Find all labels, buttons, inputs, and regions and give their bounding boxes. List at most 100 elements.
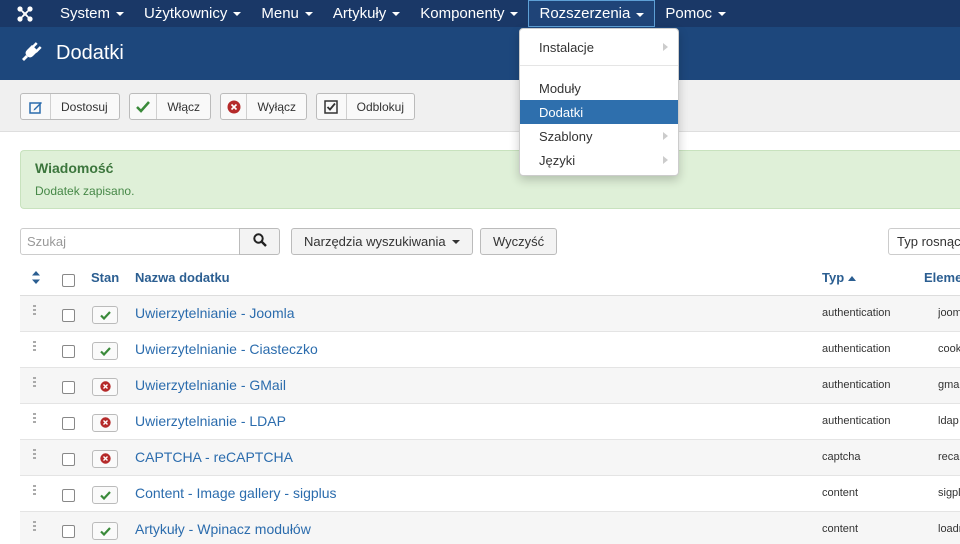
customize-button[interactable]: Dostosuj [20, 93, 120, 120]
caret-down-icon [451, 239, 460, 244]
state-toggle-button[interactable] [92, 522, 118, 540]
plugin-name-link[interactable]: Uwierzytelnianie - GMail [135, 377, 286, 393]
sort-select-value: Typ rosnąco [897, 234, 960, 249]
menu-item-languages[interactable]: Języki [520, 148, 678, 172]
plugin-type: authentication [822, 343, 891, 355]
menu-item-install-label: Instalacje [539, 39, 594, 55]
clear-button[interactable]: Wyczyść [480, 228, 558, 255]
plugin-name-link[interactable]: Content - Image gallery - sigplus [135, 485, 337, 501]
enabled-check-icon [99, 344, 111, 359]
drag-handle-icon[interactable] [33, 341, 36, 353]
menu-divider [520, 65, 678, 66]
column-element[interactable]: Element [924, 270, 960, 285]
plugin-element: joomla [938, 307, 960, 319]
caret-down-icon [636, 12, 645, 17]
plugin-name-link[interactable]: CAPTCHA - reCAPTCHA [135, 449, 293, 465]
row-checkbox[interactable] [62, 489, 75, 502]
nav-help[interactable]: Pomoc [655, 0, 736, 26]
clear-button-label: Wyczyść [493, 234, 545, 249]
plugin-type: authentication [822, 379, 891, 391]
sort-order-icon[interactable] [31, 271, 41, 287]
search-input[interactable] [20, 228, 240, 255]
sort-select[interactable]: Typ rosnąco [888, 228, 960, 255]
nav-users-label: Użytkownicy [144, 4, 228, 22]
column-name[interactable]: Nazwa dodatku [135, 270, 230, 285]
menu-item-modules[interactable]: Moduły [520, 76, 678, 100]
row-checkbox[interactable] [62, 453, 75, 466]
caret-down-icon [392, 12, 401, 16]
state-toggle-button[interactable] [92, 306, 118, 324]
drag-handle-icon[interactable] [33, 521, 36, 533]
state-toggle-button[interactable] [92, 342, 118, 360]
table-row: Uwierzytelnianie - LDAP authentication l… [20, 404, 960, 440]
table-row: Artykuły - Wpinacz modułów content loadm… [20, 512, 960, 544]
nav-extensions-label: Rozszerzenia [539, 5, 631, 22]
row-checkbox[interactable] [62, 417, 75, 430]
enable-button[interactable]: Włącz [129, 93, 211, 120]
nav-articles[interactable]: Artykuły [323, 0, 410, 26]
plugin-type: authentication [822, 307, 891, 319]
search-tools-button[interactable]: Narzędzia wyszukiwania [291, 228, 473, 255]
state-toggle-button[interactable] [92, 486, 118, 504]
plugin-element: ldap [938, 415, 959, 427]
state-toggle-button[interactable] [92, 450, 118, 468]
nav-menu-label: Menu [261, 4, 299, 22]
checkin-button[interactable]: Odblokuj [316, 93, 415, 120]
row-checkbox[interactable] [62, 345, 75, 358]
plugin-name-link[interactable]: Uwierzytelnianie - LDAP [135, 413, 286, 429]
enabled-check-icon [99, 308, 111, 323]
check-icon [130, 94, 158, 119]
plugin-name-link[interactable]: Uwierzytelnianie - Ciasteczko [135, 341, 318, 357]
nav-extensions[interactable]: Rozszerzenia [528, 0, 656, 27]
plugin-type: content [822, 523, 859, 535]
enable-button-label: Włącz [167, 99, 200, 114]
plugin-name-link[interactable]: Artykuły - Wpinacz modułów [135, 521, 311, 537]
page-title: Dodatki [56, 42, 124, 64]
plugin-name-link[interactable]: Uwierzytelnianie - Joomla [135, 305, 295, 321]
menu-item-install[interactable]: Instalacje [520, 35, 678, 59]
drag-handle-icon[interactable] [33, 377, 36, 389]
joomla-logo-icon[interactable] [0, 0, 50, 27]
nav-system[interactable]: System [50, 0, 134, 26]
caret-down-icon [718, 12, 727, 16]
menu-item-templates-label: Szablony [539, 128, 593, 144]
column-type[interactable]: Typ [822, 270, 856, 285]
drag-handle-icon[interactable] [33, 449, 36, 461]
table-row: Content - Image gallery - sigplus conten… [20, 476, 960, 512]
drag-handle-icon[interactable] [33, 305, 36, 317]
row-checkbox[interactable] [62, 525, 75, 538]
message-text: Dodatek zapisano. [35, 184, 135, 198]
menu-item-modules-label: Moduły [539, 80, 581, 96]
row-checkbox[interactable] [62, 381, 75, 394]
plugin-element: gmail [938, 379, 960, 391]
disable-button-label: Wyłącz [257, 99, 296, 114]
plugin-type: authentication [822, 415, 891, 427]
plugin-type: content [822, 487, 859, 499]
menu-item-plugins-label: Dodatki [539, 104, 584, 120]
caret-down-icon [233, 12, 242, 16]
row-checkbox[interactable] [62, 309, 75, 322]
menu-item-templates[interactable]: Szablony [520, 124, 678, 148]
drag-handle-icon[interactable] [33, 485, 36, 497]
plugin-element: recaptcha [938, 451, 960, 463]
submenu-arrow-icon [663, 156, 668, 164]
plugin-element: cookie [938, 343, 960, 355]
drag-handle-icon[interactable] [33, 413, 36, 425]
select-all-checkbox[interactable] [62, 274, 75, 287]
plugin-element: sigplus [938, 487, 960, 499]
nav-components[interactable]: Komponenty [410, 0, 528, 26]
disable-button[interactable]: Wyłącz [220, 93, 307, 120]
search-icon [252, 233, 267, 250]
success-message: Wiadomość Dodatek zapisano. [20, 150, 960, 209]
search-button[interactable] [239, 228, 280, 255]
nav-menu[interactable]: Menu [251, 0, 323, 26]
column-type-label: Typ [822, 270, 845, 285]
checkin-icon [317, 94, 347, 119]
column-state[interactable]: Stan [91, 270, 119, 285]
state-toggle-button[interactable] [92, 414, 118, 432]
nav-system-label: System [60, 4, 111, 22]
plugin-element: loadmodule [938, 523, 960, 535]
nav-users[interactable]: Użytkownicy [134, 0, 251, 26]
menu-item-plugins[interactable]: Dodatki [520, 100, 678, 124]
state-toggle-button[interactable] [92, 378, 118, 396]
